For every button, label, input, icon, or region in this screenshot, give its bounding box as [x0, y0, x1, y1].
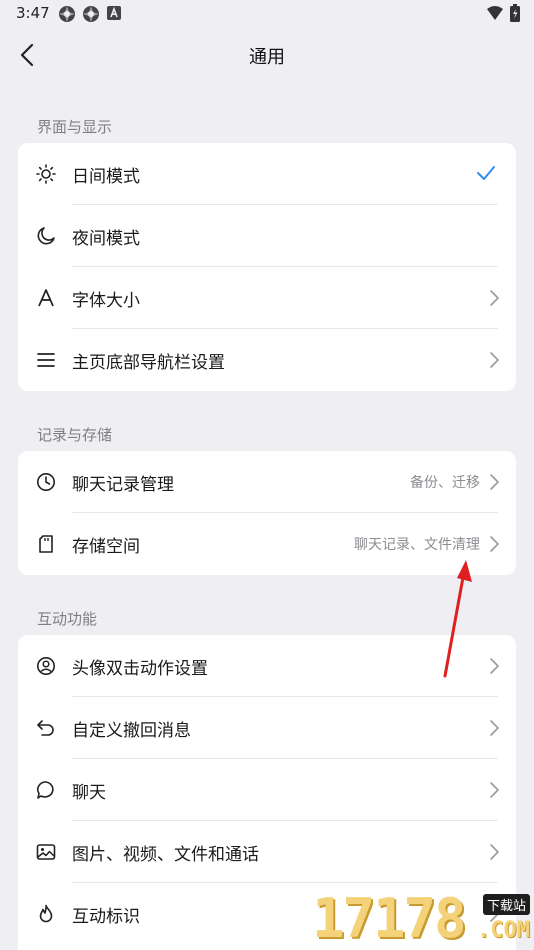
row-label: 主页底部导航栏设置 — [72, 352, 225, 373]
watermark-badge: 下载站 — [482, 894, 530, 915]
row-label: 日间模式 — [72, 166, 140, 187]
section-label-storage: 记录与存储 — [37, 426, 113, 444]
flame-icon — [36, 904, 56, 924]
undo-icon — [36, 718, 56, 738]
chat-bubble-icon — [36, 780, 56, 800]
card-storage: 聊天记录管理 备份、迁移 存储空间 聊天记录、文件清理 — [18, 451, 516, 575]
chevron-right-icon — [488, 781, 500, 799]
section-label-display: 界面与显示 — [37, 118, 113, 136]
page-title: 通用 — [249, 47, 285, 68]
row-label: 夜间模式 — [72, 228, 140, 249]
row-label: 图片、视频、文件和通话 — [72, 844, 259, 865]
watermark-digits: 17178 — [312, 887, 467, 950]
sd-card-icon — [36, 534, 56, 554]
row-avatar-double-tap[interactable]: 头像双击动作设置 — [18, 635, 516, 697]
status-icons-left — [58, 5, 122, 23]
battery-icon — [510, 4, 520, 22]
watermark-logo: 17178 下载站 .COM — [312, 888, 534, 950]
status-icons-right — [486, 4, 520, 22]
card-display: 日间模式 夜间模式 字体大小 主页底部导航栏设置 — [18, 143, 516, 391]
font-a-icon — [36, 288, 56, 308]
row-bottom-nav-settings[interactable]: 主页底部导航栏设置 — [18, 329, 516, 391]
clock-icon — [36, 472, 56, 492]
row-chat-history[interactable]: 聊天记录管理 备份、迁移 — [18, 451, 516, 513]
avatar-circle-icon — [36, 656, 56, 676]
chevron-right-icon — [488, 351, 500, 369]
moon-icon — [36, 226, 56, 246]
app-icon-2 — [83, 6, 99, 22]
image-icon — [36, 842, 56, 862]
row-label: 自定义撤回消息 — [72, 720, 191, 741]
row-label: 聊天记录管理 — [72, 474, 174, 495]
chevron-right-icon — [488, 289, 500, 307]
chevron-right-icon — [488, 657, 500, 675]
chevron-right-icon — [488, 843, 500, 861]
row-media-files-calls[interactable]: 图片、视频、文件和通话 — [18, 821, 516, 883]
row-day-mode[interactable]: 日间模式 — [18, 143, 516, 205]
row-night-mode[interactable]: 夜间模式 — [18, 205, 516, 267]
app-icon-1 — [59, 6, 75, 22]
row-label: 聊天 — [72, 782, 106, 803]
row-label: 存储空间 — [72, 536, 140, 557]
section-label-interaction: 互动功能 — [37, 610, 98, 628]
row-label: 字体大小 — [72, 290, 140, 311]
row-font-size[interactable]: 字体大小 — [18, 267, 516, 329]
row-chat[interactable]: 聊天 — [18, 759, 516, 821]
row-value: 备份、迁移 — [410, 475, 480, 491]
chevron-right-icon — [488, 535, 500, 553]
chevron-right-icon — [488, 719, 500, 737]
sun-icon — [36, 164, 56, 184]
checkmark-icon — [476, 165, 496, 181]
nav-bar: 通用 — [0, 28, 534, 84]
a-badge-icon — [107, 6, 121, 20]
watermark-domain: .COM — [477, 918, 530, 943]
row-label: 头像双击动作设置 — [72, 658, 208, 679]
status-time: 3:47 — [16, 4, 50, 22]
row-label: 互动标识 — [72, 906, 140, 927]
status-bar: 3:47 — [0, 0, 534, 28]
chevron-right-icon — [488, 473, 500, 491]
row-value: 聊天记录、文件清理 — [354, 537, 480, 553]
row-custom-recall[interactable]: 自定义撤回消息 — [18, 697, 516, 759]
row-storage-space[interactable]: 存储空间 聊天记录、文件清理 — [18, 513, 516, 575]
wifi-icon — [487, 6, 503, 20]
menu-lines-icon — [36, 350, 56, 370]
